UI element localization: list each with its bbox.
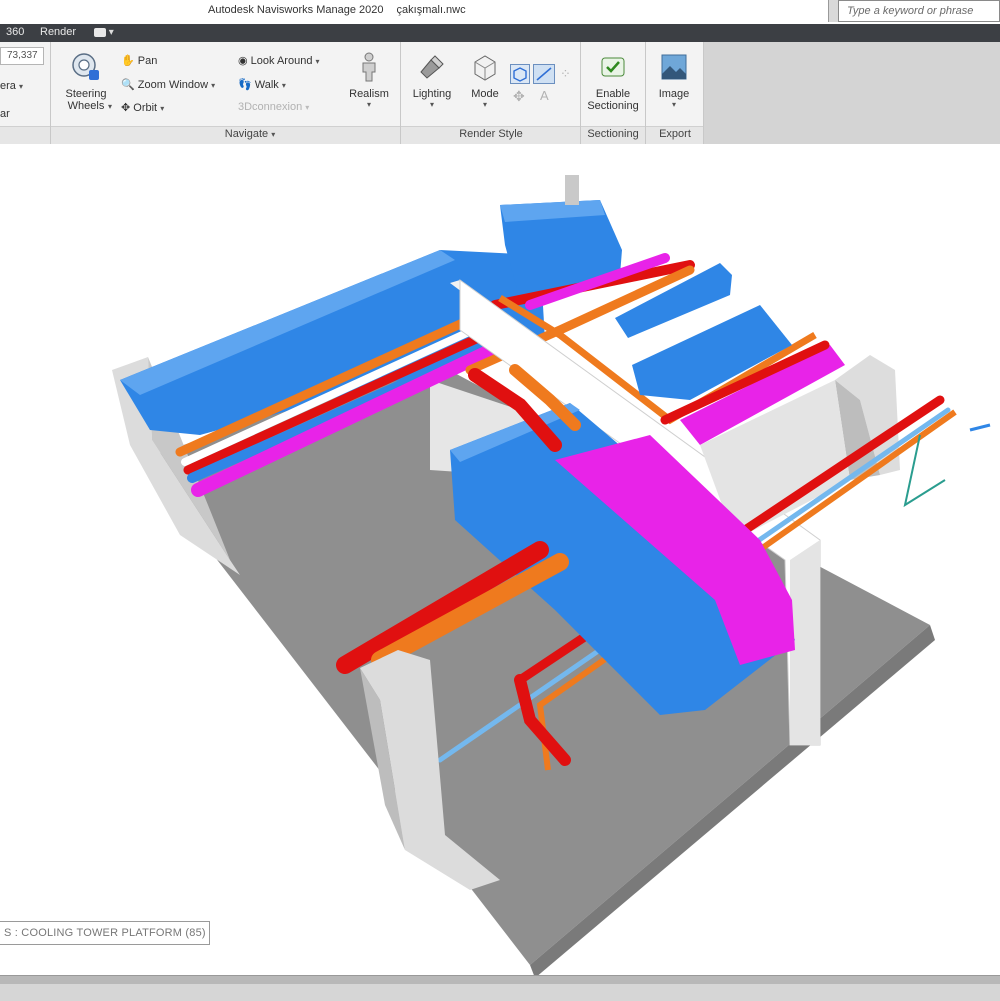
panel-divider bbox=[50, 42, 51, 144]
lighting-label: Lighting bbox=[412, 88, 452, 100]
orbit-button[interactable]: ✥ Orbit ▾ bbox=[121, 101, 164, 114]
video-dropdown-icon[interactable]: ▾ bbox=[94, 27, 124, 39]
panel-divider bbox=[400, 42, 401, 144]
steering-wheels-icon bbox=[72, 53, 99, 80]
render-style-panel-label: Render Style bbox=[459, 128, 523, 140]
window-title: Autodesk Navisworks Manage 2020 çakışmal… bbox=[208, 4, 466, 16]
navigate-panel-label[interactable]: Navigate ▾ bbox=[150, 128, 350, 142]
ribbon-tab-bar: 360 Render ▾ bbox=[0, 24, 1000, 42]
sectioning-label-2: Sectioning bbox=[587, 100, 639, 112]
mode-label: Mode bbox=[471, 88, 499, 100]
pan-icon: ✋ bbox=[121, 55, 135, 67]
cube-mode-icon bbox=[474, 55, 496, 81]
panel-divider bbox=[703, 42, 704, 144]
steering-label-1: Steering bbox=[65, 88, 107, 100]
full-render-icon[interactable] bbox=[510, 64, 530, 84]
app-title: Autodesk Navisworks Manage 2020 bbox=[208, 4, 384, 16]
camera-partial-label[interactable]: era ▾ bbox=[0, 80, 23, 92]
walk-icon: 👣 bbox=[238, 79, 252, 91]
pan-button[interactable]: ✋ Pan bbox=[121, 54, 157, 67]
zoom-icon: 🔍 bbox=[121, 79, 135, 91]
look-around-icon: ◉ bbox=[238, 55, 248, 67]
mode-button[interactable]: Mode ▾ bbox=[462, 52, 508, 109]
search-dropdown-edge[interactable] bbox=[828, 0, 838, 22]
model-scene[interactable] bbox=[0, 145, 1000, 975]
steering-label-2: Wheels bbox=[67, 100, 105, 112]
coordinate-field[interactable]: 73,337 bbox=[0, 47, 44, 65]
3dconnexion-button[interactable]: 3Dconnexion ▾ bbox=[238, 101, 309, 113]
flashlight-icon bbox=[420, 55, 444, 79]
image-icon bbox=[661, 54, 687, 80]
sectioning-label-1: Enable bbox=[595, 88, 631, 100]
tab-360[interactable]: 360 bbox=[6, 26, 24, 38]
orbit-icon: ✥ bbox=[121, 102, 131, 114]
sectioning-panel-label: Sectioning bbox=[587, 128, 639, 140]
zoom-window-button[interactable]: 🔍 Zoom Window ▾ bbox=[121, 78, 215, 91]
image-label: Image bbox=[658, 88, 690, 100]
status-chip: S : COOLING TOWER PLATFORM (85) bbox=[0, 921, 210, 945]
look-around-button[interactable]: ◉ Look Around ▾ bbox=[238, 54, 320, 67]
title-bar: Autodesk Navisworks Manage 2020 çakışmal… bbox=[0, 0, 1000, 24]
tab-render[interactable]: Render bbox=[40, 26, 76, 38]
partial-label[interactable]: ar bbox=[0, 108, 10, 120]
lines-render-icon[interactable] bbox=[533, 64, 555, 84]
realism-button[interactable]: Realism ▾ bbox=[344, 52, 394, 109]
search-input[interactable] bbox=[847, 1, 999, 21]
steering-dropdown-icon[interactable]: ▾ bbox=[108, 102, 112, 111]
export-panel-label: Export bbox=[659, 128, 691, 140]
ribbon: 73,337 era ▾ ar Steering Wheels ▾ ✋ Pan … bbox=[0, 42, 1000, 144]
lighting-button[interactable]: Lighting ▾ bbox=[406, 52, 458, 109]
enable-sectioning-button[interactable]: Enable Sectioning bbox=[582, 52, 644, 112]
ribbon-empty-area bbox=[704, 42, 1000, 144]
steering-wheels-button[interactable]: Steering Wheels bbox=[56, 52, 116, 112]
3d-viewport[interactable]: S : COOLING TOWER PLATFORM (85) bbox=[0, 145, 1000, 975]
sectioning-icon bbox=[601, 57, 625, 77]
image-export-button[interactable]: Image ▾ bbox=[648, 52, 700, 109]
bottom-status-bar bbox=[0, 975, 1000, 1001]
snap-points-icon[interactable]: ✥ bbox=[513, 88, 525, 105]
points-icon[interactable]: ⁘ bbox=[560, 66, 571, 82]
realism-dropdown-icon: ▾ bbox=[366, 100, 371, 109]
text-render-icon[interactable]: A bbox=[540, 88, 549, 103]
walk-button[interactable]: 👣 Walk ▾ bbox=[238, 78, 286, 91]
file-name: çakışmalı.nwc bbox=[396, 4, 466, 16]
realism-label: Realism bbox=[349, 88, 389, 100]
help-search-box[interactable] bbox=[838, 0, 1000, 22]
realism-person-icon bbox=[362, 52, 376, 82]
panel-divider bbox=[580, 42, 581, 144]
